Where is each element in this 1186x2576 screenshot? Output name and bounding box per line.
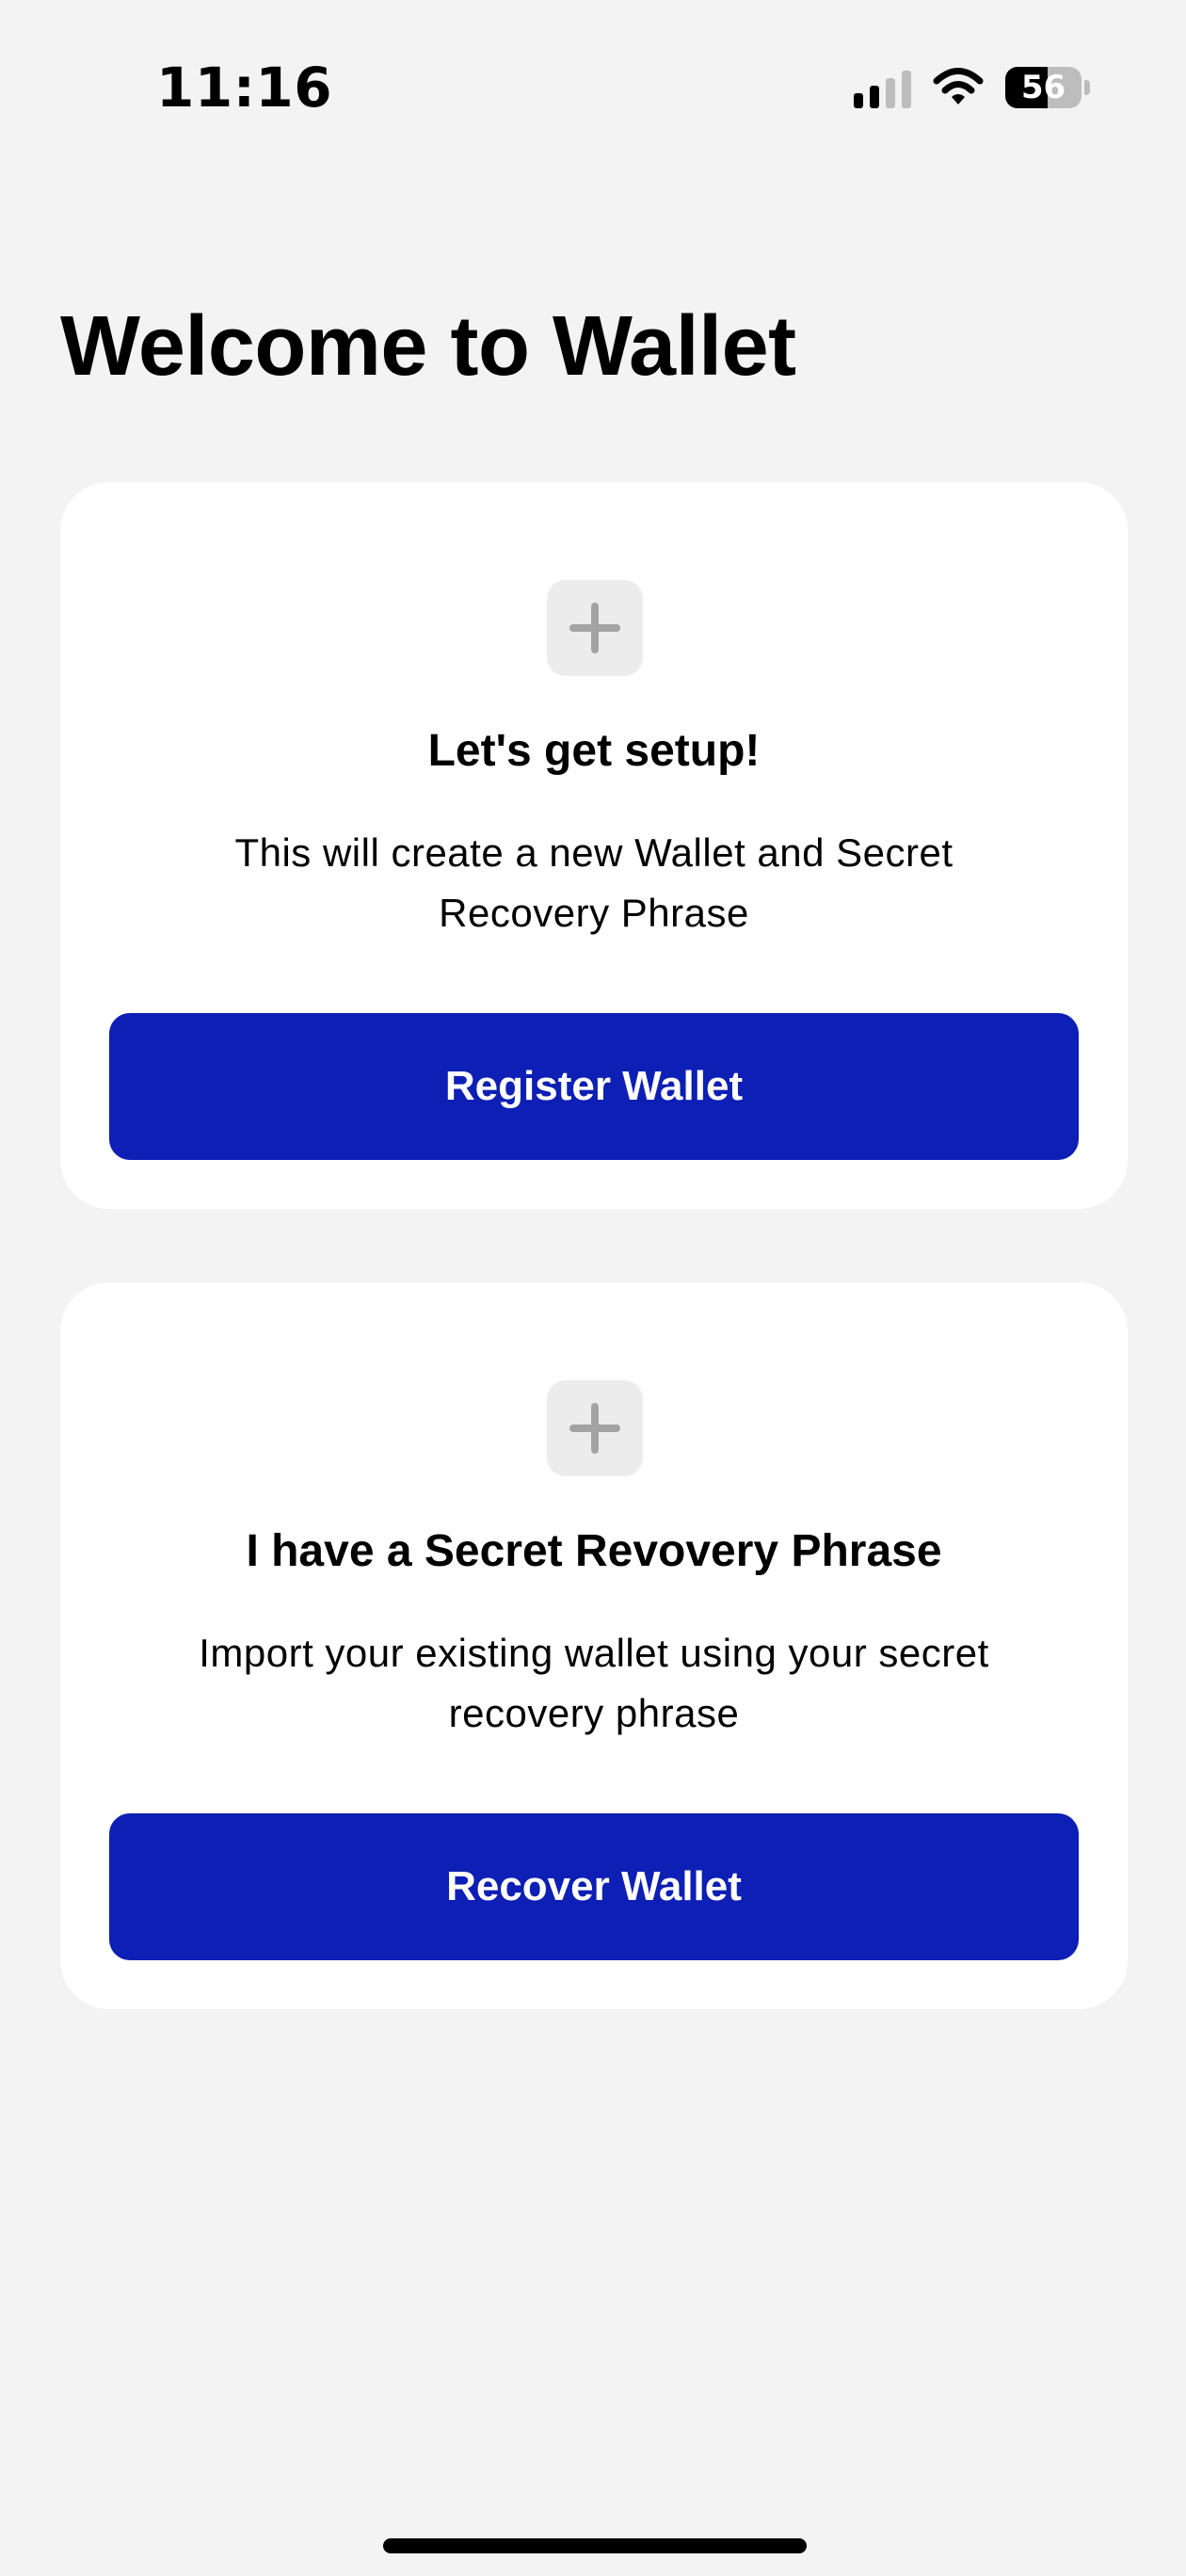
recover-card-description: Import your existing wallet using your s…	[199, 1631, 989, 1735]
recover-wallet-card: I have a Secret Revovery Phrase Import y…	[60, 1282, 1128, 2009]
register-card-heading: Let's get setup!	[427, 726, 761, 776]
plus-icon	[547, 580, 643, 676]
home-indicator	[383, 2538, 807, 2553]
status-bar: 11:16 56	[0, 0, 1186, 169]
register-wallet-button[interactable]: Register Wallet	[109, 1013, 1079, 1160]
status-indicators: 56	[854, 62, 1090, 113]
battery-level: 56	[1020, 69, 1066, 106]
status-time: 11:16	[156, 56, 333, 120]
plus-icon	[547, 1380, 643, 1476]
cellular-signal-icon	[854, 67, 911, 108]
register-card-description: This will create a new Wallet and Secret…	[234, 830, 954, 935]
recover-card-heading: I have a Secret Revovery Phrase	[246, 1526, 942, 1576]
wifi-icon	[932, 67, 985, 108]
register-wallet-card: Let's get setup! This will create a new …	[60, 482, 1128, 1209]
page-title: Welcome to Wallet	[60, 299, 796, 394]
recover-wallet-button[interactable]: Recover Wallet	[109, 1813, 1079, 1960]
battery-icon: 56	[1005, 67, 1090, 108]
